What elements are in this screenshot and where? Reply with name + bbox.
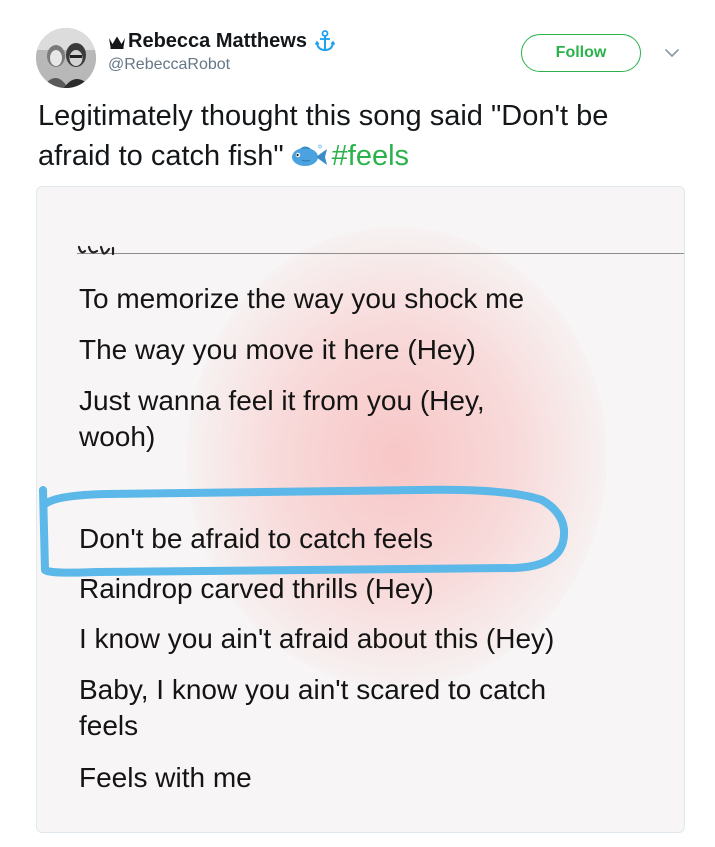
lyric-line: I know you ain't afraid about this (Hey) <box>79 623 555 654</box>
lyric-line: Feels with me <box>79 762 252 793</box>
user-name-row[interactable]: Rebecca Matthews <box>108 29 336 53</box>
cropped-header-text <box>77 186 517 195</box>
display-name: Rebecca Matthews <box>128 30 307 52</box>
lyric-line: The way you move it here (Hey) <box>79 334 476 365</box>
lyric-line: wooh) <box>79 421 156 452</box>
lyric-line: Baby, I know you ain't scared to catch <box>79 674 547 705</box>
cropped-previous-line <box>77 245 115 256</box>
tweet-text-line-2: afraid to catch fish" <box>38 140 284 172</box>
lyric-line: To memorize the way you shock me <box>79 283 525 314</box>
avatar-photo <box>36 28 96 88</box>
user-handle[interactable]: @RebeccaRobot <box>108 56 230 74</box>
chevron-down-icon[interactable] <box>664 46 680 58</box>
tweet-text-line-1: Legitimately thought this song said "Don… <box>38 100 609 132</box>
hand-drawn-highlight-circle <box>39 485 568 577</box>
tweet-media-image[interactable]: To memorize the way you shock me The way… <box>36 186 685 833</box>
hashtag-link[interactable]: #feels <box>332 140 409 172</box>
crown-icon <box>108 35 126 49</box>
avatar[interactable] <box>36 28 96 88</box>
anchor-icon <box>314 29 336 52</box>
lyric-line: Just wanna feel it from you (Hey, <box>79 385 485 416</box>
tweet-text: Legitimately thought this song said "Don… <box>38 96 688 176</box>
lyrics-divider <box>77 253 684 254</box>
lyric-line: feels <box>79 710 139 741</box>
follow-button[interactable]: Follow <box>521 34 641 72</box>
fish-icon <box>290 140 328 166</box>
